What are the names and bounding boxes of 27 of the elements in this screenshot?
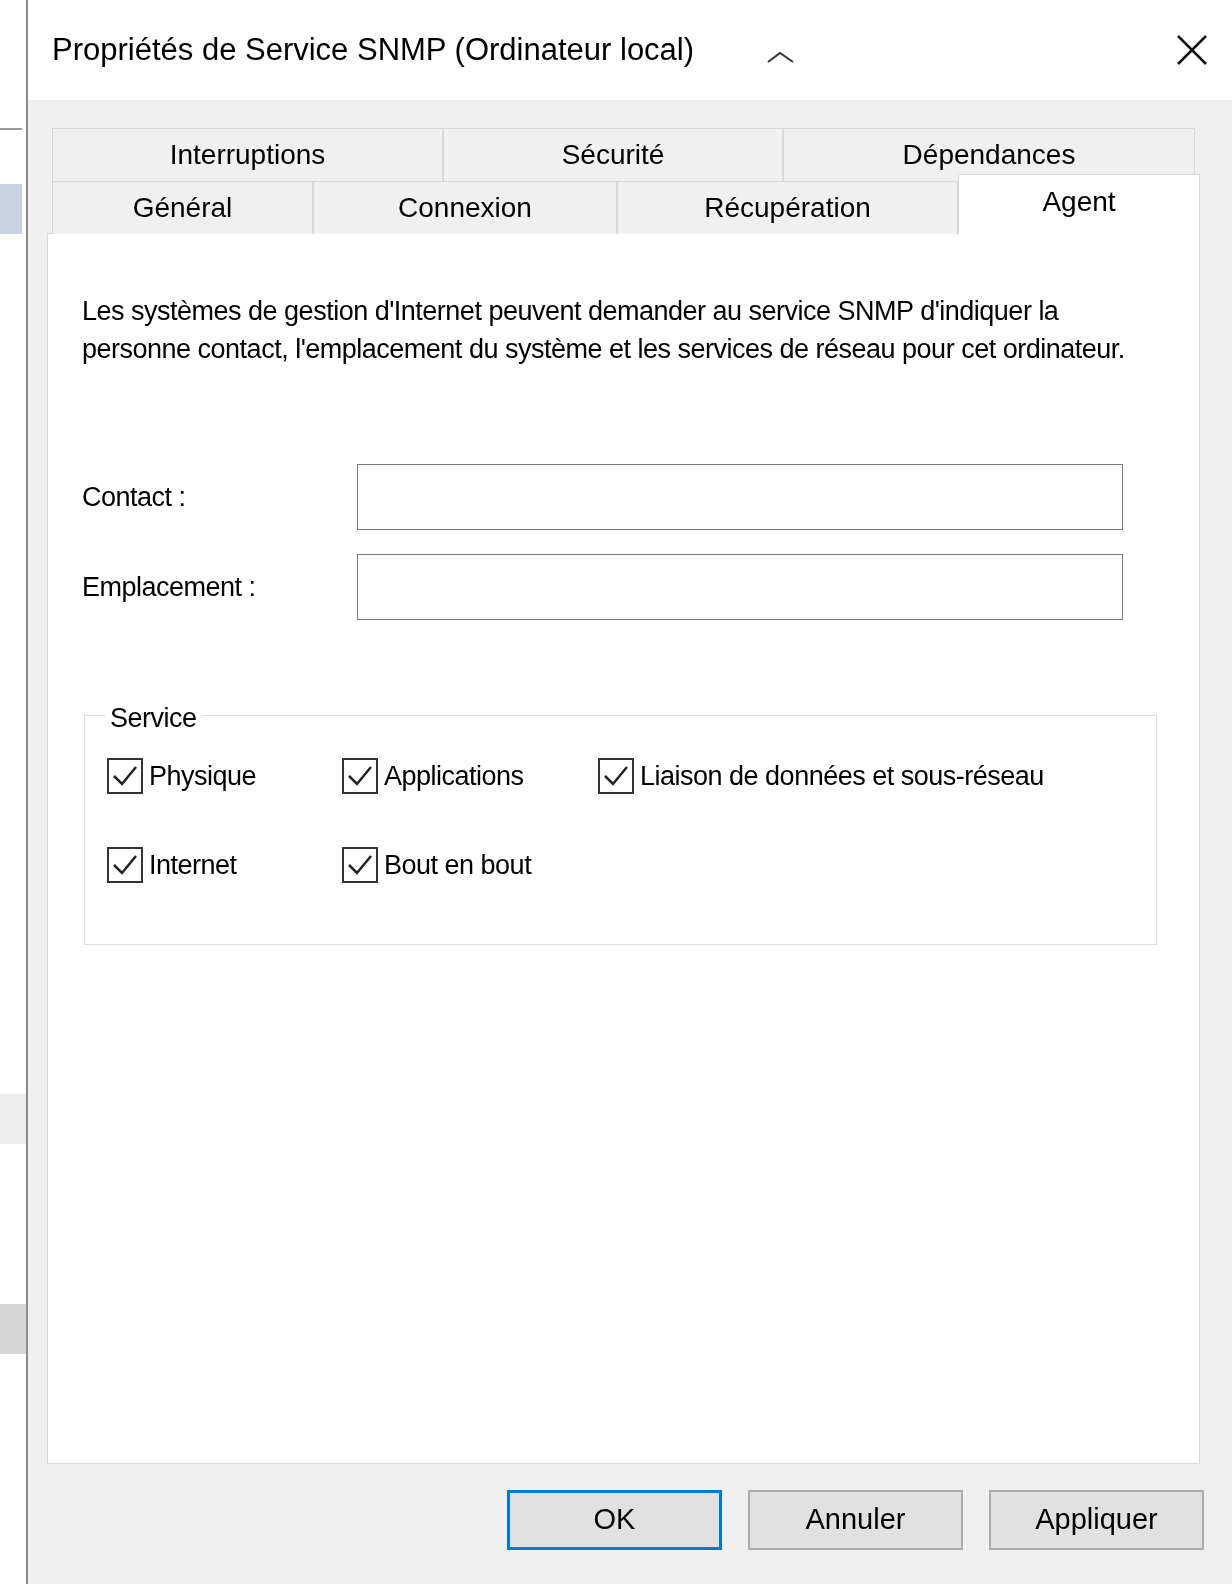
dialog-button[interactable]: Annuler bbox=[748, 1490, 963, 1550]
checkbox-label[interactable]: Physique bbox=[149, 756, 257, 797]
tab[interactable]: Récupération bbox=[617, 181, 958, 234]
checkbox[interactable] bbox=[107, 758, 143, 795]
field-label: Contact : bbox=[82, 480, 187, 514]
input-field[interactable] bbox=[357, 554, 1123, 620]
tab[interactable]: Général bbox=[52, 181, 313, 234]
input-field[interactable] bbox=[357, 464, 1123, 530]
checkbox-label[interactable]: Internet bbox=[149, 844, 237, 885]
checkbox-label[interactable]: Bout en bout bbox=[384, 844, 532, 885]
tab[interactable]: Connexion bbox=[313, 181, 617, 234]
window-title: Propriétés de Service SNMP (Ordinateur local) bbox=[52, 30, 695, 69]
tab[interactable]: Dépendances bbox=[783, 128, 1195, 181]
description-text: Les systèmes de gestion d'Internet peuvent demander au service SNMP d'indiquer la personne contact, l'emplacement du système et les services de réseau pour cet ordinateur. bbox=[82, 295, 1126, 366]
field-label: Emplacement : bbox=[82, 570, 257, 604]
tab[interactable]: Agent bbox=[958, 174, 1200, 234]
dialog-button[interactable]: Appliquer bbox=[989, 1490, 1204, 1550]
checkbox-label[interactable]: Applications bbox=[384, 756, 524, 797]
checkbox[interactable] bbox=[598, 758, 634, 795]
checkbox[interactable] bbox=[342, 846, 378, 883]
close-icon[interactable] bbox=[1176, 34, 1208, 66]
checkbox[interactable] bbox=[342, 758, 378, 795]
dialog-button[interactable]: OK bbox=[507, 1490, 722, 1550]
checkbox[interactable] bbox=[107, 846, 143, 883]
checkbox-label[interactable]: Liaison de données et sous-réseau bbox=[640, 756, 1044, 797]
tab[interactable]: Sécurité bbox=[443, 128, 783, 181]
tab[interactable]: Interruptions bbox=[52, 128, 443, 181]
